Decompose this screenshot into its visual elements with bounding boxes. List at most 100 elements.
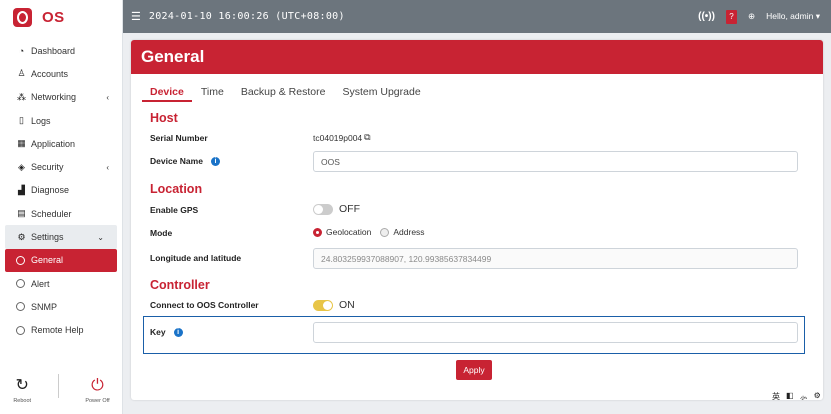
globe-icon[interactable]: ⊕ bbox=[748, 11, 755, 22]
user-icon: ♙ bbox=[17, 68, 26, 79]
user-greeting: Hello, admin bbox=[766, 11, 814, 21]
tab-backup-restore[interactable]: Backup & Restore bbox=[233, 86, 334, 102]
file-icon: ▯ bbox=[19, 115, 24, 126]
sidebar-item-logs[interactable]: ▯ Logs bbox=[0, 109, 122, 132]
serial-number-text: tc04019p004 bbox=[313, 132, 363, 143]
sidebar-footer: ↻ Reboot ⏻ Power Off bbox=[0, 374, 123, 404]
copy-icon[interactable]: ⧉ bbox=[364, 132, 370, 143]
sidebar-item-remote-help[interactable]: Remote Help bbox=[0, 319, 122, 342]
tab-device[interactable]: Device bbox=[142, 86, 192, 102]
chart-icon: ▟ bbox=[18, 184, 25, 195]
gps-state: OFF bbox=[339, 203, 360, 215]
circle-icon bbox=[16, 279, 25, 289]
key-label: Key i bbox=[150, 327, 183, 337]
key-label-text: Key bbox=[150, 327, 166, 337]
calendar-icon: ▤ bbox=[17, 208, 26, 219]
sidebar-item-label: Alert bbox=[31, 278, 50, 289]
sidebar-item-label: Diagnose bbox=[31, 185, 70, 196]
mode-radio-group: Geolocation Address bbox=[313, 227, 434, 237]
sidebar-item-label: Application bbox=[31, 138, 76, 149]
sidebar-item-settings[interactable]: ⚙ Settings ⌄ bbox=[5, 225, 117, 249]
ime-language[interactable]: 英 bbox=[772, 391, 780, 402]
menu-toggle-icon[interactable]: ☰ bbox=[131, 10, 141, 23]
mode-radio-geolocation[interactable] bbox=[313, 227, 322, 237]
device-name-value: OOS bbox=[321, 156, 340, 167]
reboot-button[interactable]: ↻ Reboot bbox=[13, 377, 31, 404]
sidebar-item-label: Scheduler bbox=[31, 208, 72, 219]
reboot-label: Reboot bbox=[13, 398, 32, 404]
device-name-label: Device Name i bbox=[150, 156, 220, 166]
sim-card-icon[interactable]: ? bbox=[725, 9, 737, 24]
ime-tray: 英 ◧ ⺗ ⚙ bbox=[772, 391, 821, 402]
brand-logo-icon bbox=[13, 8, 32, 27]
sidebar-item-label: Accounts bbox=[31, 68, 69, 79]
settings-tabs: Device Time Backup & Restore System Upgr… bbox=[142, 86, 823, 102]
lnglat-value: 24.803259937088907, 120.99385637834499 bbox=[321, 253, 492, 264]
half-width-icon[interactable]: ◧ bbox=[786, 391, 794, 402]
user-menu[interactable]: Hello, admin ▾ bbox=[766, 11, 820, 22]
sidebar-item-accounts[interactable]: ♙ Accounts bbox=[0, 62, 122, 85]
serial-number-value: tc04019p004 ⧉ bbox=[313, 132, 371, 143]
ime-mode-icon[interactable]: ⺗ bbox=[800, 391, 808, 402]
sidebar-item-label: Remote Help bbox=[31, 325, 84, 336]
dashboard-icon: ◔ bbox=[18, 45, 25, 56]
sidebar-item-diagnose[interactable]: ▟ Diagnose bbox=[0, 179, 122, 202]
enable-gps-label-text: Enable GPS bbox=[150, 205, 199, 215]
sidebar-item-snmp[interactable]: SNMP bbox=[0, 295, 122, 318]
chevron-down-icon: ⌄ bbox=[97, 232, 104, 242]
sidebar-item-application[interactable]: ▦ Application bbox=[0, 132, 122, 155]
gps-toggle[interactable] bbox=[313, 203, 333, 215]
power-off-button[interactable]: ⏻ Power Off bbox=[85, 377, 109, 404]
sidebar-item-label: SNMP bbox=[31, 301, 58, 312]
system-clock: 2024-01-10 16:00:26 (UTC+08:00) bbox=[148, 11, 345, 22]
ime-settings-icon[interactable]: ⚙ bbox=[814, 391, 821, 402]
info-icon[interactable]: i bbox=[173, 327, 183, 337]
mode-radio-address[interactable] bbox=[380, 227, 390, 237]
brand-name: OS bbox=[42, 9, 65, 26]
section-controller-title: Controller bbox=[150, 278, 210, 292]
shield-icon: ◈ bbox=[18, 161, 25, 172]
sidebar-item-label: Settings bbox=[31, 232, 64, 243]
apply-button[interactable]: Apply bbox=[456, 360, 492, 380]
sidebar-item-alert[interactable]: Alert bbox=[0, 272, 122, 295]
mode-option-geolocation: Geolocation bbox=[326, 227, 372, 237]
sidebar: OS ◔ Dashboard ♙ Accounts ⁂ Networking ‹… bbox=[0, 0, 123, 414]
sidebar-item-networking[interactable]: ⁂ Networking ‹ bbox=[0, 86, 122, 109]
gear-icon: ⚙ bbox=[17, 231, 26, 242]
sidebar-item-label: Logs bbox=[31, 115, 51, 126]
circle-icon bbox=[16, 255, 25, 265]
lnglat-input[interactable]: 24.803259937088907, 120.99385637834499 bbox=[313, 248, 798, 269]
tab-time[interactable]: Time bbox=[193, 86, 232, 102]
gps-toggle-group: OFF bbox=[313, 203, 360, 215]
sidebar-item-label: Security bbox=[31, 162, 64, 173]
mode-label: Mode bbox=[150, 228, 172, 238]
sidebar-nav: ◔ Dashboard ♙ Accounts ⁂ Networking ‹ ▯ … bbox=[0, 39, 122, 342]
brand[interactable]: OS bbox=[0, 0, 122, 35]
sidebar-item-general[interactable]: General bbox=[5, 248, 117, 272]
sidebar-item-security[interactable]: ◈ Security ‹ bbox=[0, 155, 122, 178]
mode-label-text: Mode bbox=[150, 228, 173, 238]
chevron-left-icon: ‹ bbox=[106, 92, 109, 102]
power-off-label: Power Off bbox=[85, 398, 110, 404]
circle-icon bbox=[16, 325, 25, 335]
chevron-left-icon: ‹ bbox=[106, 162, 109, 172]
controller-toggle[interactable] bbox=[313, 299, 333, 311]
lnglat-label-text: Longitude and latitude bbox=[150, 253, 242, 263]
device-name-label-text: Device Name bbox=[150, 156, 203, 166]
connect-controller-label: Connect to OOS Controller bbox=[150, 300, 259, 310]
device-name-input[interactable]: OOS bbox=[313, 151, 798, 172]
serial-number-label-text: Serial Number bbox=[150, 133, 208, 143]
key-input[interactable] bbox=[313, 322, 798, 343]
sidebar-item-dashboard[interactable]: ◔ Dashboard bbox=[0, 39, 122, 62]
info-icon[interactable]: i bbox=[210, 156, 220, 166]
section-location-title: Location bbox=[150, 182, 203, 196]
page-title: General bbox=[131, 40, 823, 74]
section-host-title: Host bbox=[150, 111, 178, 125]
connect-controller-label-text: Connect to OOS Controller bbox=[150, 300, 259, 310]
controller-state: ON bbox=[339, 299, 355, 311]
sidebar-item-scheduler[interactable]: ▤ Scheduler bbox=[0, 202, 122, 225]
tab-system-upgrade[interactable]: System Upgrade bbox=[334, 86, 428, 102]
lnglat-label: Longitude and latitude bbox=[150, 253, 241, 263]
general-card: General Device Time Backup & Restore Sys… bbox=[131, 40, 823, 400]
signal-icon[interactable]: ((•)) bbox=[698, 11, 715, 22]
